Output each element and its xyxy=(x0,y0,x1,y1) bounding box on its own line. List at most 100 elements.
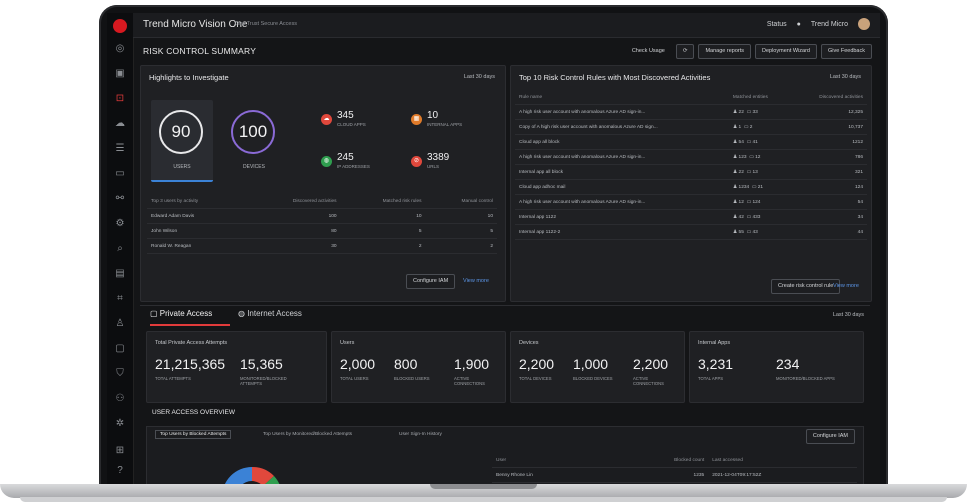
rule-name[interactable]: Cloud app adhoc mail xyxy=(515,179,729,195)
stat-value: 245 xyxy=(337,152,354,163)
risk-rule-row[interactable]: A high risk user account with anomalous … xyxy=(515,104,867,120)
cell: 5 xyxy=(425,223,497,239)
table-row[interactable]: John Wilson 80 5 5 xyxy=(147,223,497,239)
apps-grid-icon[interactable]: ⊞ xyxy=(114,445,126,457)
globe-icon: ◍ xyxy=(321,156,332,167)
risk-rule-row[interactable]: Internal app 1122-2 ♟ 55 ▭ 43 44 xyxy=(515,224,867,240)
configure-iam-button[interactable]: Configure IAM xyxy=(805,429,855,444)
search-icon[interactable]: ⌕ xyxy=(114,243,126,255)
access-period-dropdown[interactable]: Last 30 days xyxy=(833,312,864,318)
risk-rule-row[interactable]: A high risk user account with anomalous … xyxy=(515,149,867,165)
rule-name[interactable]: Internal app 1122-2 xyxy=(515,224,729,240)
rule-name[interactable]: Internal app 1122 xyxy=(515,209,729,225)
risk-rule-row[interactable]: Copy of A high risk user account with an… xyxy=(515,119,867,135)
user-menu[interactable]: Trend Micro xyxy=(811,21,848,28)
activities-count[interactable]: 124 xyxy=(791,179,867,195)
rule-name[interactable]: Internal app all block xyxy=(515,164,729,180)
activities-count[interactable]: 34 xyxy=(791,209,867,225)
check-usage-button[interactable]: Check Usage xyxy=(625,44,672,59)
bell-icon[interactable]: ● xyxy=(797,21,801,28)
document-icon[interactable]: ▤ xyxy=(114,268,126,280)
tab-blocked-attempts[interactable]: Top Users by Blocked Attempts xyxy=(155,430,232,439)
user-link[interactable]: Benny Rhone Lin xyxy=(492,467,609,483)
rule-name[interactable]: Copy of A high risk user account with an… xyxy=(515,119,729,135)
kpi-value: 800 xyxy=(394,356,418,372)
risk-rule-row[interactable]: Internal app all block ♟ 22 ▭ 13 321 xyxy=(515,164,867,180)
view-more-link[interactable]: View more xyxy=(463,278,489,284)
avatar[interactable] xyxy=(858,18,870,30)
tab-sign-in-history[interactable]: User Sign-In History xyxy=(399,432,442,437)
briefcase-icon[interactable]: ▣ xyxy=(114,68,126,80)
users-card[interactable]: 90 USERS xyxy=(151,100,213,182)
rule-name[interactable]: A high risk user account with anomalous … xyxy=(515,104,729,120)
risk-rules-title: Top 10 Risk Control Rules with Most Disc… xyxy=(519,73,711,82)
stat-internal-apps[interactable]: ▦ 10 INTERNAL APPS xyxy=(411,110,481,134)
trend-logo-icon[interactable] xyxy=(113,19,127,33)
risk-period-dropdown[interactable]: Last 30 days xyxy=(830,74,861,80)
tab-monitored-attempts[interactable]: Top Users by Monitored/Blocked Attempts xyxy=(263,432,352,437)
rule-name[interactable]: A high risk user account with anomalous … xyxy=(515,194,729,210)
activities-count[interactable]: 44 xyxy=(791,224,867,240)
rule-name[interactable]: Cloud app all block xyxy=(515,134,729,150)
matched-entities: ♟ 55 ▭ 43 xyxy=(728,224,792,240)
col-user: Top 3 users by activity xyxy=(147,194,247,209)
zero-trust-icon[interactable]: ⊡ xyxy=(114,93,126,105)
table-row[interactable]: Benny Rhone Lin 1235 2021-12-04T09:17:52… xyxy=(492,467,857,483)
users-count: 42 xyxy=(738,214,744,220)
status-link[interactable]: Status xyxy=(767,21,787,28)
cell: 2 xyxy=(340,238,426,254)
devices-count: 2 xyxy=(749,124,753,130)
risk-rule-row[interactable]: A high risk user account with anomalous … xyxy=(515,194,867,210)
risk-rule-row[interactable]: Cloud app adhoc mail ♟ 1234 ▭ 21 124 xyxy=(515,179,867,195)
activities-count[interactable]: 12,325 xyxy=(791,104,867,120)
devices-count: 33 xyxy=(752,109,758,115)
configure-iam-button[interactable]: Configure IAM xyxy=(406,274,456,289)
speedometer-icon[interactable]: ◎ xyxy=(114,43,126,55)
users-count: 1 xyxy=(738,124,742,130)
devices-card[interactable]: 100 DEVICES xyxy=(223,100,285,180)
list-icon[interactable]: ☰ xyxy=(114,143,126,155)
network-icon[interactable]: ⚯ xyxy=(114,193,126,205)
kpi-label: ACTIVE CONNECTIONS xyxy=(454,376,485,386)
activities-count[interactable]: 321 xyxy=(791,164,867,180)
monitor-icon[interactable]: ▭ xyxy=(114,168,126,180)
activities-count[interactable]: 54 xyxy=(791,194,867,210)
cloud-icon[interactable]: ☁ xyxy=(114,118,126,130)
tab-internet-access[interactable]: ◍ Internet Access xyxy=(238,309,302,318)
stat-ip-addresses[interactable]: ◍ 245 IP ADDRESSES xyxy=(321,152,391,176)
stat-urls[interactable]: ⊘ 3389 URLS xyxy=(411,152,481,176)
tab-private-access[interactable]: ▢ Private Access xyxy=(150,309,212,318)
highlights-period-dropdown[interactable]: Last 30 days xyxy=(464,74,495,80)
stat-cloud-apps[interactable]: ☁ 345 CLOUD APPS xyxy=(321,110,391,134)
activities-count[interactable]: 786 xyxy=(791,149,867,165)
shield-icon[interactable]: ⛉ xyxy=(114,368,126,380)
terminal-icon[interactable]: ▢ xyxy=(114,343,126,355)
help-icon[interactable]: ? xyxy=(114,465,126,477)
map-icon[interactable]: ⌗ xyxy=(114,293,126,305)
matched-entities: ♟ 1234 ▭ 21 xyxy=(728,179,792,195)
rule-name[interactable]: A high risk user account with anomalous … xyxy=(515,149,729,165)
table-row[interactable]: Edward Adam Davis 100 10 10 xyxy=(147,208,497,224)
blocked-count[interactable]: 1235 xyxy=(608,467,709,483)
deployment-wizard-button[interactable]: Deployment Wizard xyxy=(755,44,817,59)
risk-rule-row[interactable]: Internal app 1122 ♟ 42 ▭ 433 34 xyxy=(515,209,867,225)
manage-reports-button[interactable]: Manage reports xyxy=(698,44,751,59)
settings-icon[interactable]: ⚙ xyxy=(114,218,126,230)
view-more-link[interactable]: View more xyxy=(833,283,859,289)
table-row[interactable]: Ronald W. Reagan 30 2 2 xyxy=(147,238,497,254)
activities-count[interactable]: 1212 xyxy=(791,134,867,150)
create-rule-button[interactable]: Create risk control rule xyxy=(771,279,841,294)
users-icon[interactable]: ♙ xyxy=(114,318,126,330)
give-feedback-button[interactable]: Give Feedback xyxy=(821,44,872,59)
laptop-base-shadow xyxy=(20,497,947,502)
refresh-button[interactable]: ⟳ xyxy=(675,44,695,59)
devices-count: 43 xyxy=(752,229,758,235)
col-user: User xyxy=(492,453,609,468)
matched-entities: ♟ 12 ▭ 124 xyxy=(728,194,792,210)
gear-icon[interactable]: ✲ xyxy=(114,418,126,430)
activities-count[interactable]: 10,737 xyxy=(791,119,867,135)
risk-rule-row[interactable]: Cloud app all block ♟ 54 ▭ 41 1212 xyxy=(515,134,867,150)
people-icon[interactable]: ⚇ xyxy=(114,393,126,405)
kpi-value: 234 xyxy=(776,356,800,372)
kpi-value: 15,365 xyxy=(240,356,283,372)
